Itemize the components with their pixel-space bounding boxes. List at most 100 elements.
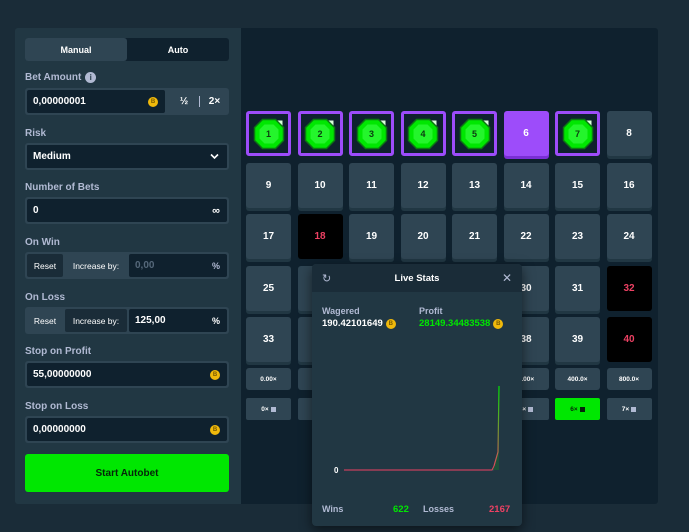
- tile-31[interactable]: 31: [555, 265, 600, 311]
- tile-19[interactable]: 19: [349, 214, 394, 259]
- close-icon[interactable]: ✕: [502, 271, 512, 285]
- tile-4[interactable]: 4: [400, 111, 446, 156]
- tile-14[interactable]: 14: [503, 162, 549, 208]
- info-icon[interactable]: i: [85, 72, 97, 83]
- double-button[interactable]: 2×: [200, 88, 229, 115]
- live-stats-header[interactable]: ↻ Live Stats ✕: [312, 264, 522, 292]
- on-loss-label: On Loss: [25, 292, 66, 303]
- tile-2[interactable]: 2: [297, 111, 343, 156]
- risk-select[interactable]: Medium: [25, 143, 229, 170]
- tile-number: 1: [265, 128, 271, 139]
- infinity-icon: ∞: [212, 204, 220, 217]
- tab-auto[interactable]: Auto: [127, 38, 229, 61]
- bet-amount-input[interactable]: 0,00000001 B: [27, 90, 165, 113]
- tab-manual[interactable]: Manual: [25, 38, 127, 61]
- wagered-value: 190.42101649 B: [322, 318, 396, 329]
- tile-number: 4: [420, 128, 426, 139]
- tile-number: 2: [317, 128, 323, 139]
- number-of-bets-input[interactable]: 0 ∞: [27, 199, 227, 222]
- tile-number: 8: [626, 128, 632, 139]
- tile-15[interactable]: 15: [555, 162, 600, 208]
- on-win-reset-button[interactable]: Reset: [27, 254, 63, 277]
- tile-22[interactable]: 22: [503, 214, 549, 259]
- tile-25[interactable]: 25: [246, 265, 291, 311]
- stop-on-loss-group: 0,00000000 B: [25, 416, 229, 443]
- on-win-increase-button[interactable]: Increase by:: [65, 254, 127, 277]
- live-stats-panel: ↻ Live Stats ✕ Wagered 190.42101649 B Pro…: [312, 264, 522, 526]
- stop-on-profit-group: 55,00000000 B: [25, 361, 229, 388]
- bet-amount-group: 0,00000001 B ½ 2×: [25, 88, 229, 115]
- on-loss-reset-button[interactable]: Reset: [27, 309, 63, 332]
- profit-label: Profit: [419, 306, 443, 316]
- bet-controls-panel: Manual Auto Bet Amount i 0,00000001 B ½ …: [15, 28, 241, 504]
- tile-13[interactable]: 13: [452, 162, 497, 208]
- hits-count: 6×: [555, 398, 600, 420]
- stop-on-loss-input[interactable]: 0,00000000 B: [27, 418, 227, 441]
- risk-label: Risk: [25, 128, 47, 139]
- tile-40[interactable]: 40: [606, 317, 652, 362]
- tile-number: 13: [468, 179, 481, 191]
- gem-icon: [631, 406, 637, 412]
- tile-17[interactable]: 17: [246, 214, 291, 259]
- tile-number: 38: [520, 334, 532, 345]
- chevron-down-icon: [210, 153, 219, 160]
- tile-7[interactable]: 7: [555, 111, 600, 156]
- stop-on-profit-input[interactable]: 55,00000000 B: [27, 363, 227, 386]
- tile-number: 39: [571, 334, 584, 345]
- tile-number: 14: [520, 179, 532, 191]
- wagered-label: Wagered: [322, 306, 360, 316]
- tile-39[interactable]: 39: [555, 317, 600, 362]
- payout-multiplier: 800.0×: [606, 368, 652, 390]
- tile-18[interactable]: 18: [297, 214, 343, 259]
- tile-number: 24: [623, 231, 635, 242]
- on-win-label: On Win: [25, 237, 60, 248]
- payout-multiplier: 400.0×: [555, 368, 600, 390]
- tile-20[interactable]: 20: [400, 214, 446, 259]
- coin-icon: B: [148, 96, 158, 107]
- percent-suffix: %: [211, 260, 220, 271]
- tile-1[interactable]: 1: [246, 111, 291, 156]
- tile-8[interactable]: 8: [606, 111, 652, 156]
- tile-number: 22: [520, 231, 532, 242]
- wins-label: Wins: [322, 504, 344, 514]
- tile-number: 20: [417, 231, 429, 242]
- tile-number: 6: [523, 128, 529, 139]
- tile-number: 5: [471, 128, 477, 139]
- mode-toggle: Manual Auto: [25, 38, 229, 61]
- tile-23[interactable]: 23: [555, 214, 600, 259]
- tile-9[interactable]: 9: [246, 162, 291, 208]
- tile-10[interactable]: 10: [297, 162, 343, 208]
- start-autobet-button[interactable]: Start Autobet: [25, 454, 229, 492]
- gem-icon: [528, 406, 534, 412]
- tile-24[interactable]: 24: [606, 214, 652, 259]
- tile-21[interactable]: 21: [452, 214, 497, 259]
- tile-6[interactable]: 6: [503, 111, 549, 156]
- stop-on-profit-label: Stop on Profit: [25, 346, 92, 357]
- tile-number: 32: [623, 282, 635, 294]
- number-of-bets-group: 0 ∞: [25, 197, 229, 224]
- tile-33[interactable]: 33: [246, 317, 291, 362]
- tile-16[interactable]: 16: [606, 162, 652, 208]
- losses-label: Losses: [423, 504, 455, 514]
- on-win-group: Reset Increase by: 0,00 %: [25, 252, 229, 279]
- half-button[interactable]: ½: [169, 88, 199, 115]
- gem-icon: [579, 406, 585, 412]
- tile-number: 23: [571, 231, 584, 242]
- coin-icon: B: [210, 424, 220, 435]
- tile-number: 9: [265, 179, 272, 191]
- tile-11[interactable]: 11: [349, 162, 394, 208]
- number-of-bets-label: Number of Bets: [25, 182, 100, 193]
- stop-on-loss-label: Stop on Loss: [25, 401, 89, 412]
- tile-number: 31: [571, 282, 584, 294]
- tile-number: 10: [314, 179, 326, 191]
- profit-value: 28149.34483538 B: [419, 318, 504, 329]
- tile-32[interactable]: 32: [606, 265, 652, 311]
- tile-5[interactable]: 5: [452, 111, 497, 156]
- tile-12[interactable]: 12: [400, 162, 446, 208]
- tile-3[interactable]: 3: [349, 111, 394, 156]
- on-win-input[interactable]: 0,00 %: [129, 254, 227, 277]
- on-loss-input[interactable]: 125,00 %: [129, 309, 227, 332]
- on-loss-increase-button[interactable]: Increase by:: [65, 309, 127, 332]
- tile-number: 25: [262, 282, 275, 294]
- tile-number: 15: [571, 179, 584, 191]
